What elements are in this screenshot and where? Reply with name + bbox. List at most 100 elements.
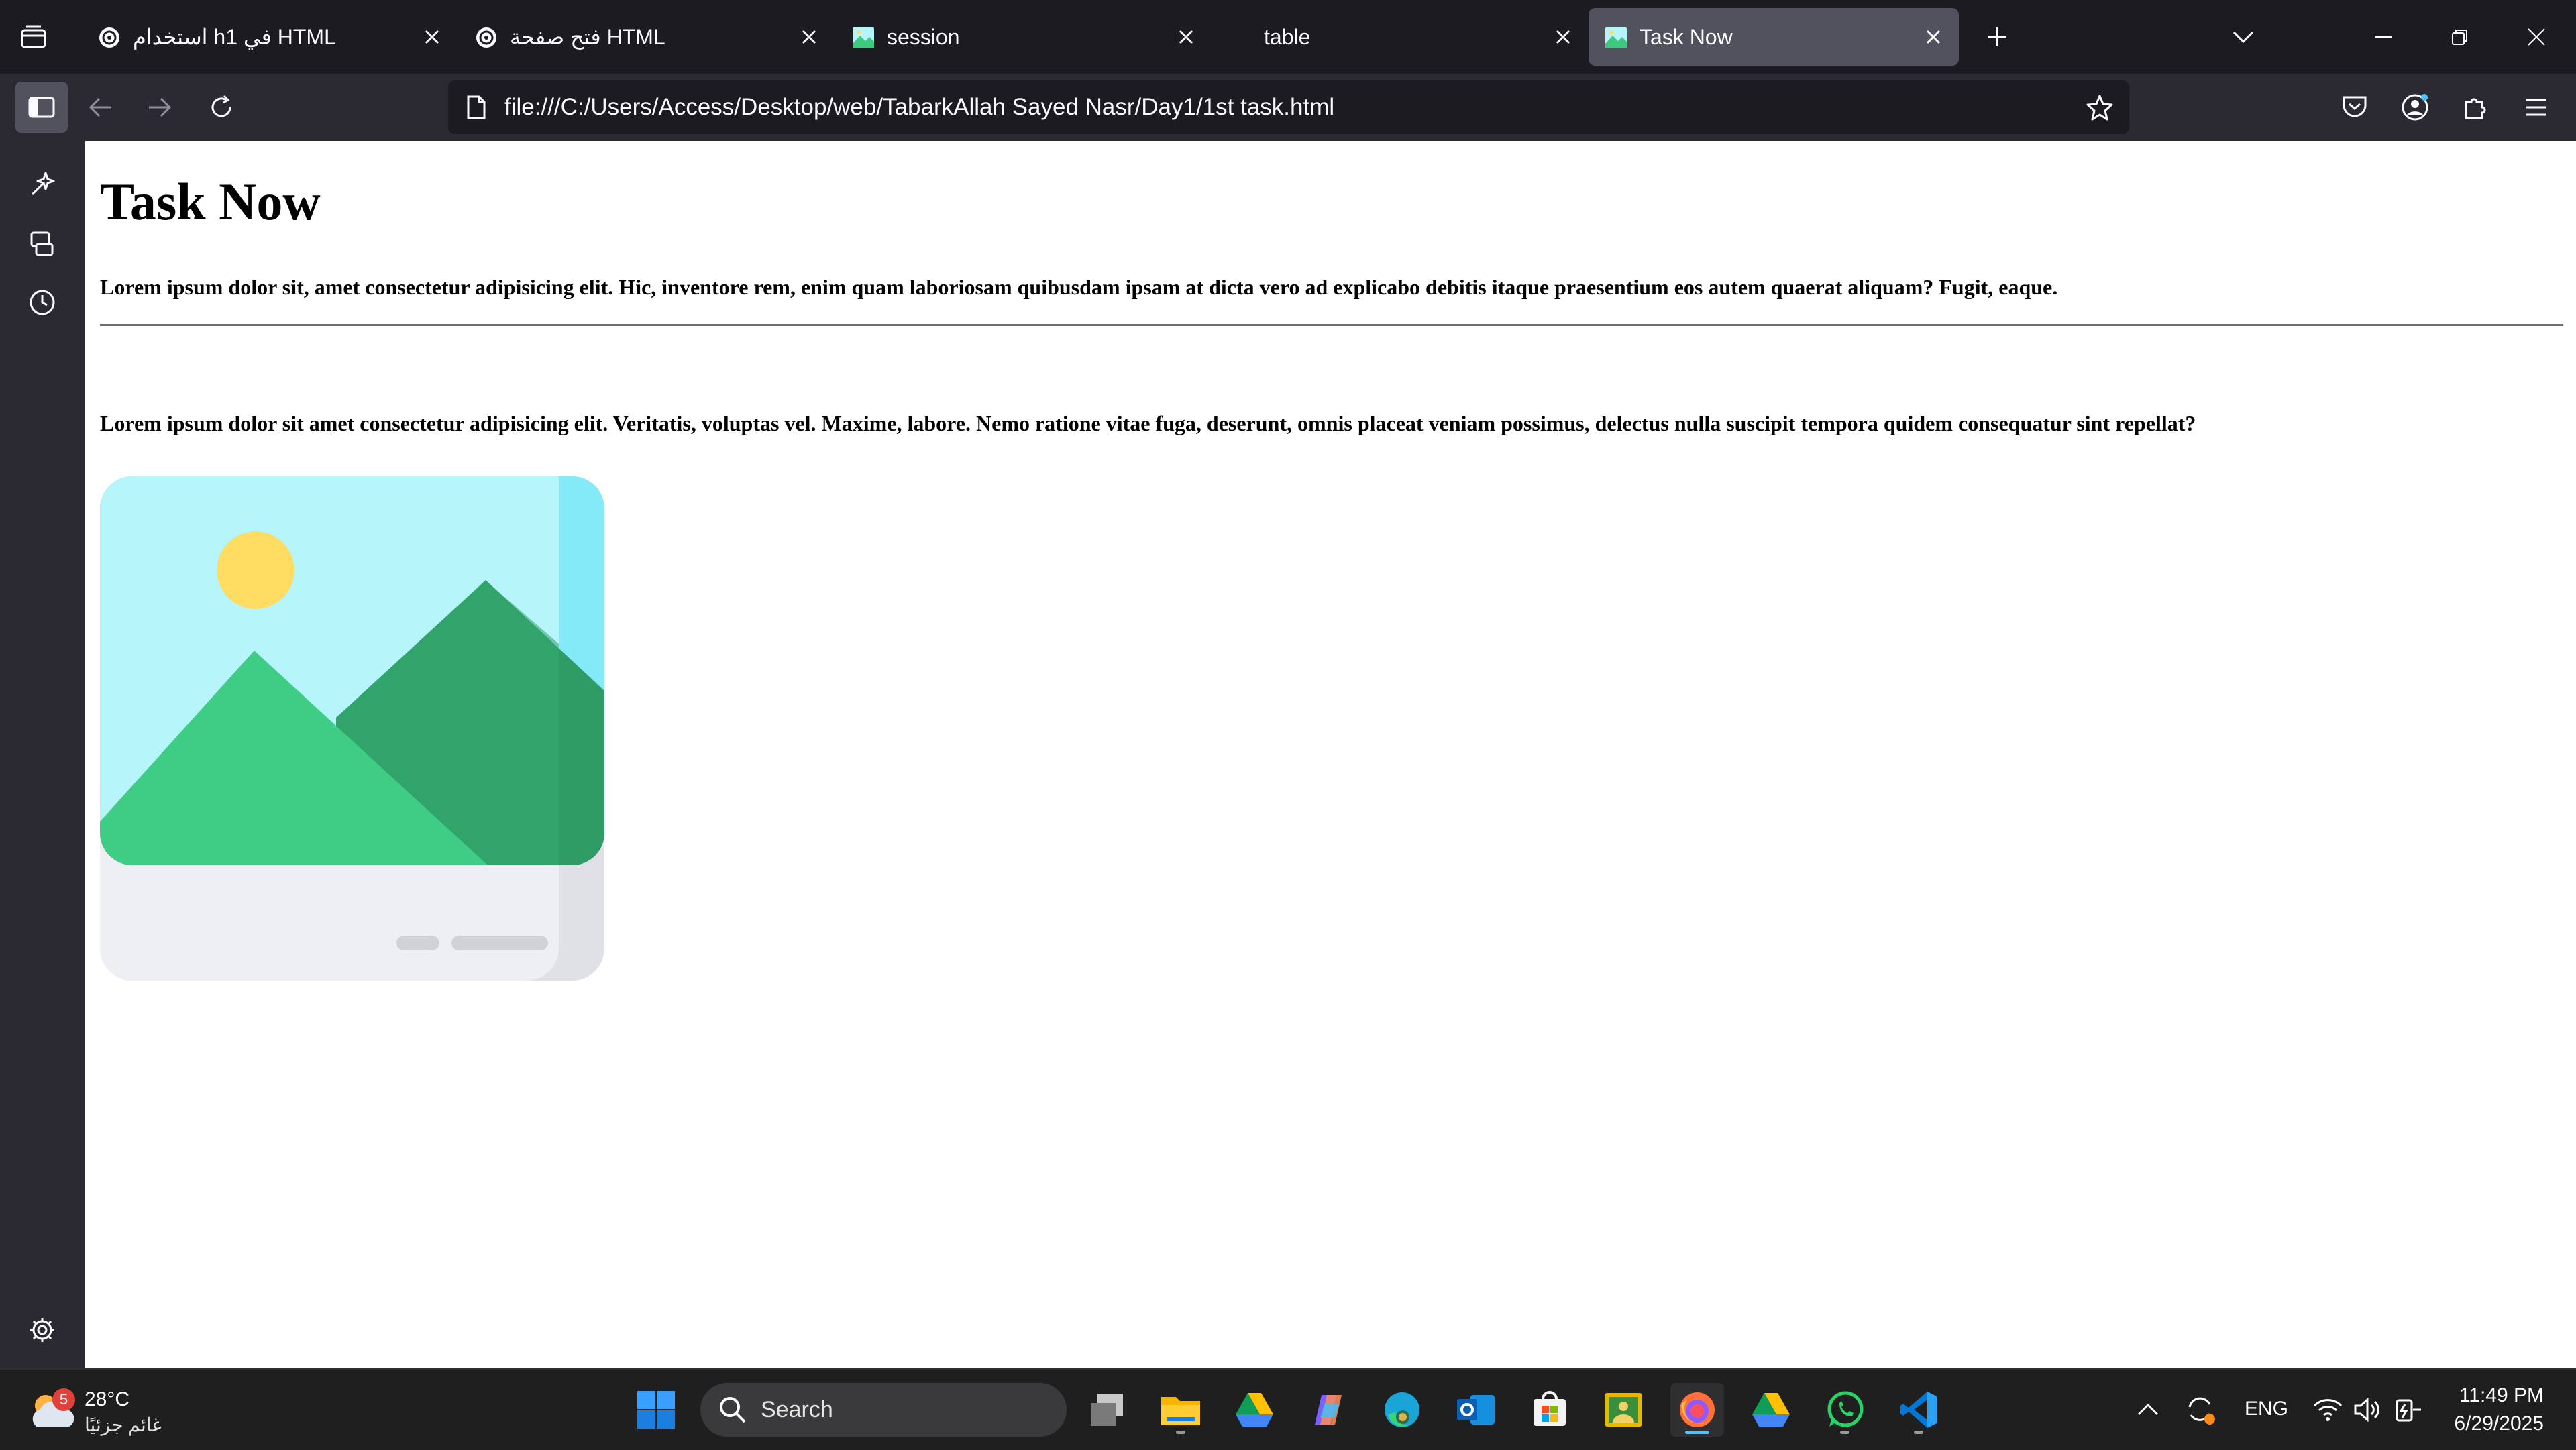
edge-button[interactable]: [1375, 1383, 1429, 1437]
weather-condition: غائم جزئيًا: [85, 1414, 162, 1435]
tab-table[interactable]: table: [1213, 8, 1589, 66]
chatgpt-icon: [475, 26, 498, 49]
input-language[interactable]: ENG: [2245, 1398, 2288, 1420]
tab-title: فتح صفحة HTML: [510, 25, 665, 49]
synced-tabs-button[interactable]: [20, 221, 64, 266]
whatsapp-button[interactable]: [1818, 1383, 1872, 1437]
back-button[interactable]: [74, 82, 127, 133]
running-indicator: [1840, 1431, 1849, 1434]
reload-button[interactable]: [195, 82, 248, 133]
firefox-button[interactable]: [1670, 1383, 1724, 1437]
plus-icon: [1988, 27, 2006, 46]
tab-session[interactable]: session: [836, 8, 1212, 66]
new-tab-button[interactable]: [1980, 20, 2014, 54]
gear-icon: [30, 1318, 54, 1342]
history-button[interactable]: [20, 280, 64, 325]
hamburger-menu-icon: [2526, 99, 2546, 116]
page-heading: Task Now: [100, 172, 321, 231]
tab-h1-html[interactable]: استخدام h1 في HTML: [82, 8, 458, 66]
chevron-down-icon: [2233, 31, 2254, 44]
sidebar-toggle-button[interactable]: [15, 82, 68, 133]
weather-badge: 5: [52, 1388, 75, 1411]
vscode-icon: [1900, 1392, 1937, 1428]
search-icon: [720, 1397, 746, 1423]
minimize-icon: [2375, 36, 2392, 38]
account-button[interactable]: [2388, 82, 2442, 133]
list-all-tabs-button[interactable]: [15, 20, 52, 54]
clock-date: 6/29/2025: [2454, 1412, 2544, 1435]
minimize-button[interactable]: [2360, 15, 2407, 59]
close-tab-icon[interactable]: [1171, 22, 1201, 52]
back-arrow-icon: [89, 97, 111, 117]
wifi-icon: [2313, 1399, 2343, 1421]
clock-icon: [30, 290, 55, 315]
photos-button[interactable]: [1597, 1383, 1650, 1437]
copilot-button[interactable]: [1301, 1383, 1355, 1437]
google-drive-button[interactable]: [1228, 1383, 1281, 1437]
puzzle-icon: [2465, 98, 2486, 119]
app-menu-button[interactable]: [2509, 82, 2563, 133]
tab-strip: استخدام h1 في HTML فتح صفحة HTML session…: [0, 0, 2576, 74]
forward-arrow-icon: [149, 97, 172, 117]
bookmark-star-icon[interactable]: [2082, 90, 2117, 125]
tab-title: Task Now: [1640, 25, 1733, 49]
tab-title: session: [887, 25, 960, 49]
copilot-icon: [1315, 1395, 1342, 1425]
running-indicator: [1176, 1431, 1185, 1434]
task-view-icon: [1091, 1394, 1123, 1426]
close-tab-icon[interactable]: [794, 22, 824, 52]
close-tab-icon[interactable]: [1919, 22, 1948, 52]
store-icon: [1534, 1391, 1566, 1426]
search-placeholder: Search: [761, 1397, 833, 1423]
ai-chatbot-button[interactable]: [20, 162, 64, 207]
sparkle-icon: [31, 172, 55, 196]
speaker-icon: [2354, 1397, 2379, 1423]
image-icon: [852, 26, 875, 49]
synced-tabs-icon: [30, 231, 54, 256]
browser-sidebar: [0, 141, 85, 1368]
address-bar[interactable]: file:///C:/Users/Access/Desktop/web/Taba…: [448, 80, 2129, 134]
pocket-icon: [2343, 96, 2367, 117]
image-placeholder-icon: [100, 476, 604, 981]
weather-widget[interactable]: 5 28°C غائم جزئيًا: [27, 1380, 188, 1441]
image-icon: [1605, 26, 1627, 49]
close-window-button[interactable]: [2513, 15, 2560, 59]
tab-title: استخدام h1 في HTML: [133, 25, 336, 49]
restore-button[interactable]: [2436, 15, 2483, 59]
taskbar-search[interactable]: Search: [700, 1383, 1067, 1437]
pocket-button[interactable]: [2328, 82, 2381, 133]
start-button[interactable]: [629, 1383, 683, 1437]
task-view-button[interactable]: [1080, 1383, 1134, 1437]
tab-list-icon: [21, 25, 46, 48]
paragraph-1: Lorem ipsum dolor sit, amet consectetur …: [100, 275, 2058, 299]
google-drive-icon: [1236, 1393, 1273, 1427]
running-indicator: [1914, 1431, 1923, 1434]
forward-button[interactable]: [133, 82, 186, 133]
extensions-button[interactable]: [2449, 82, 2502, 133]
sync-tray-button[interactable]: [2174, 1383, 2227, 1437]
restore-icon: [2452, 30, 2467, 45]
tab-task-now[interactable]: Task Now: [1589, 8, 1959, 66]
sync-icon: [2188, 1397, 2215, 1425]
horizontal-rule: [100, 324, 2563, 326]
show-hidden-icons-button[interactable]: [2121, 1383, 2175, 1437]
battery-button[interactable]: [2381, 1383, 2435, 1437]
tab-overflow-button[interactable]: [2226, 20, 2261, 54]
active-indicator: [1685, 1431, 1709, 1434]
close-tab-icon[interactable]: [417, 22, 447, 52]
sidebar-settings-button[interactable]: [20, 1308, 64, 1352]
system-clock[interactable]: 11:49 PM 6/29/2025: [2455, 1382, 2544, 1438]
outlook-button[interactable]: [1449, 1383, 1503, 1437]
tab-open-html[interactable]: فتح صفحة HTML: [459, 8, 835, 66]
folder-icon: [1161, 1397, 1200, 1425]
photos-icon: [1605, 1393, 1642, 1427]
vscode-button[interactable]: [1892, 1383, 1945, 1437]
chevron-up-icon: [2137, 1403, 2159, 1416]
windows-logo-icon: [637, 1391, 675, 1429]
paragraph-2: Lorem ipsum dolor sit amet consectetur a…: [100, 411, 2196, 435]
google-drive-button-2[interactable]: [1744, 1383, 1798, 1437]
microsoft-store-button[interactable]: [1523, 1383, 1576, 1437]
reload-icon: [211, 95, 231, 117]
file-explorer-button[interactable]: [1154, 1383, 1208, 1437]
close-tab-icon[interactable]: [1548, 22, 1578, 52]
